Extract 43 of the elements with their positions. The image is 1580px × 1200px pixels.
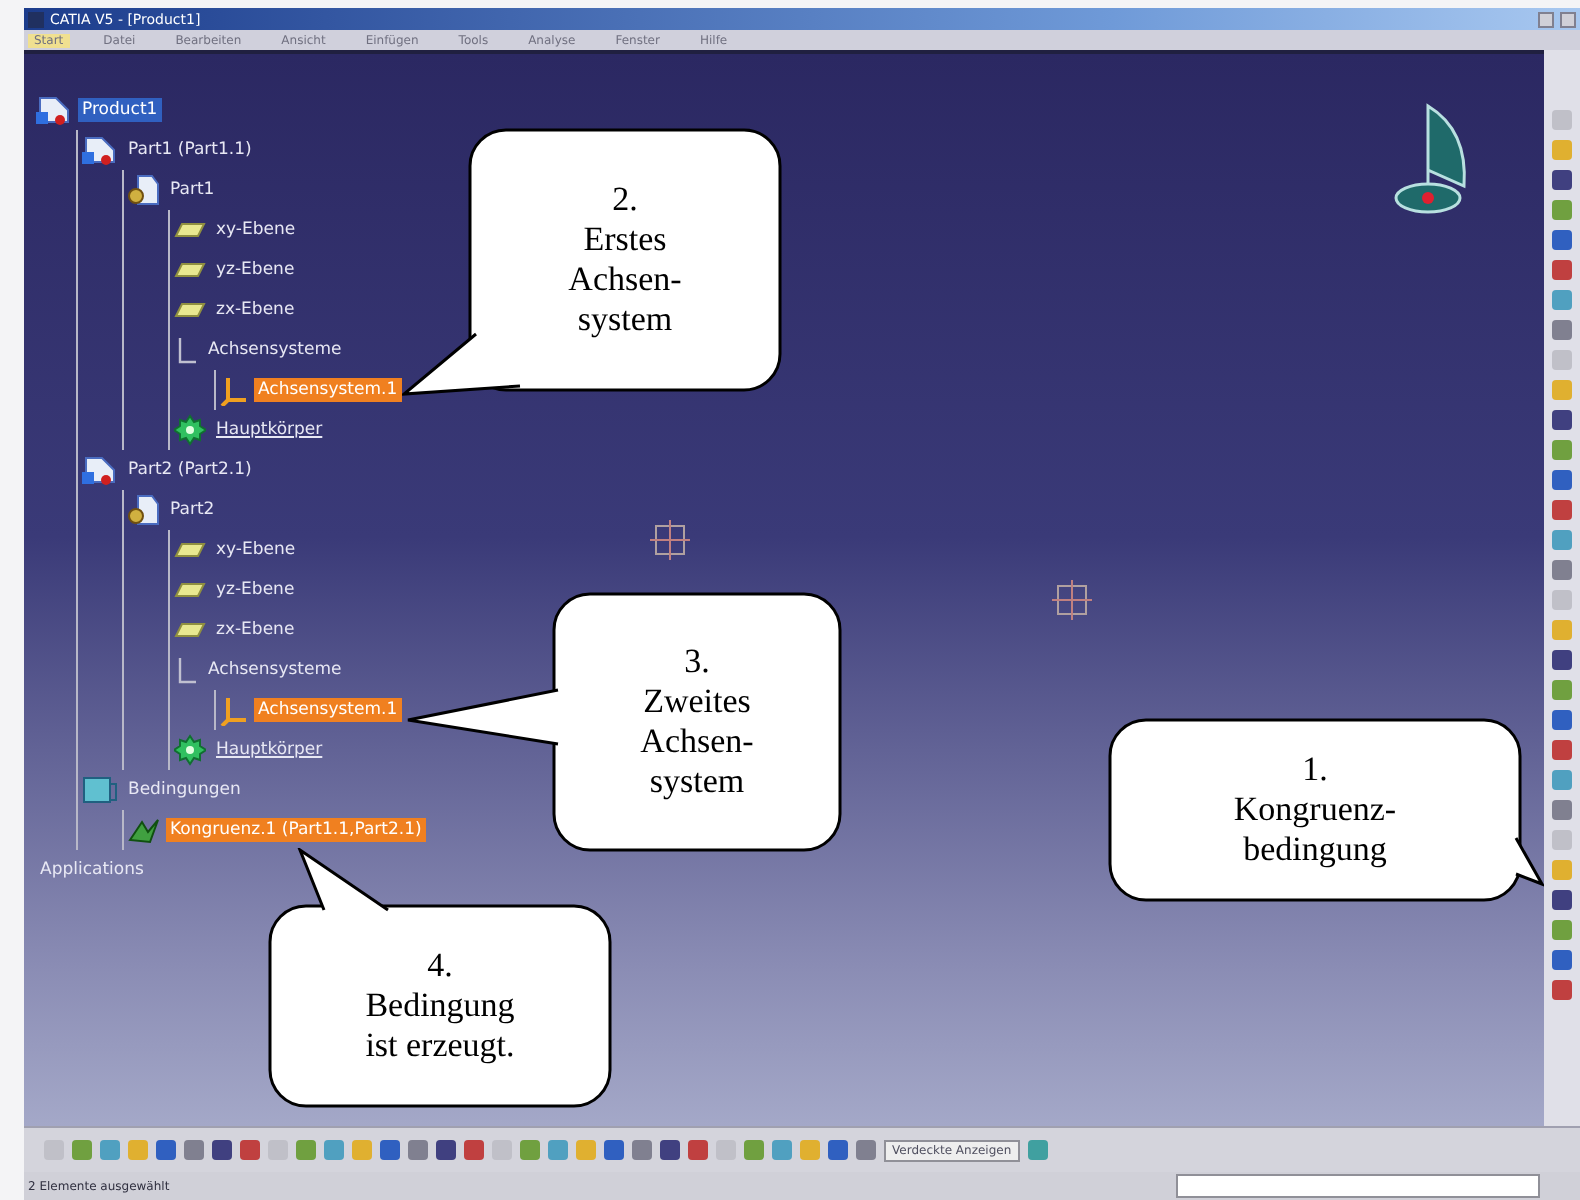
tree-item[interactable]: Product1 — [78, 98, 162, 122]
tree-item[interactable]: Achsensysteme — [204, 658, 346, 682]
axis-icon — [220, 374, 248, 406]
tree-item[interactable]: zx-Ebene — [212, 298, 299, 322]
part-icon — [82, 454, 118, 486]
constraints-icon — [82, 774, 118, 806]
plane-icon — [174, 260, 206, 280]
part-icon — [82, 134, 118, 166]
axis-system-icon — [174, 654, 198, 686]
maximize-button[interactable] — [1560, 11, 1576, 27]
app-icon — [28, 11, 44, 27]
toolbar-icon[interactable] — [1027, 1140, 1048, 1160]
plane-icon — [174, 580, 206, 600]
axis-icon — [1050, 578, 1094, 622]
tree-item[interactable]: Part1 (Part1.1) — [124, 138, 256, 162]
tree-item[interactable]: Part2 (Part2.1) — [124, 458, 256, 482]
plane-icon — [174, 540, 206, 560]
tree-item[interactable]: zx-Ebene — [212, 618, 299, 642]
command-field[interactable] — [1176, 1174, 1540, 1198]
part-icon — [36, 94, 72, 126]
plane-icon — [174, 220, 206, 240]
part-icon — [128, 174, 160, 206]
part-icon — [128, 494, 160, 526]
tree-item[interactable]: xy-Ebene — [212, 218, 300, 242]
plane-icon — [174, 300, 206, 320]
gear-icon — [174, 734, 206, 766]
tree-item[interactable]: xy-Ebene — [212, 538, 300, 562]
axis-icon — [648, 518, 692, 562]
tree-item[interactable]: Hauptkörper — [212, 738, 327, 762]
minimize-button[interactable] — [1538, 11, 1554, 27]
tree-item[interactable]: Hauptkörper — [212, 418, 327, 442]
tree-item[interactable]: Part1 — [166, 178, 219, 202]
plane-icon — [174, 620, 206, 640]
tree-item[interactable]: Achsensysteme — [204, 338, 346, 362]
tree-item[interactable]: Bedingungen — [124, 778, 245, 802]
tree-item[interactable]: yz-Ebene — [212, 258, 299, 282]
tree-item[interactable]: Part2 — [166, 498, 219, 522]
gear-icon — [174, 414, 206, 446]
axis-system-icon — [174, 334, 198, 366]
tree-item[interactable]: yz-Ebene — [212, 578, 299, 602]
axis-icon — [220, 694, 248, 726]
tree-item[interactable]: Applications — [36, 858, 148, 882]
constraint-icon — [128, 816, 160, 844]
